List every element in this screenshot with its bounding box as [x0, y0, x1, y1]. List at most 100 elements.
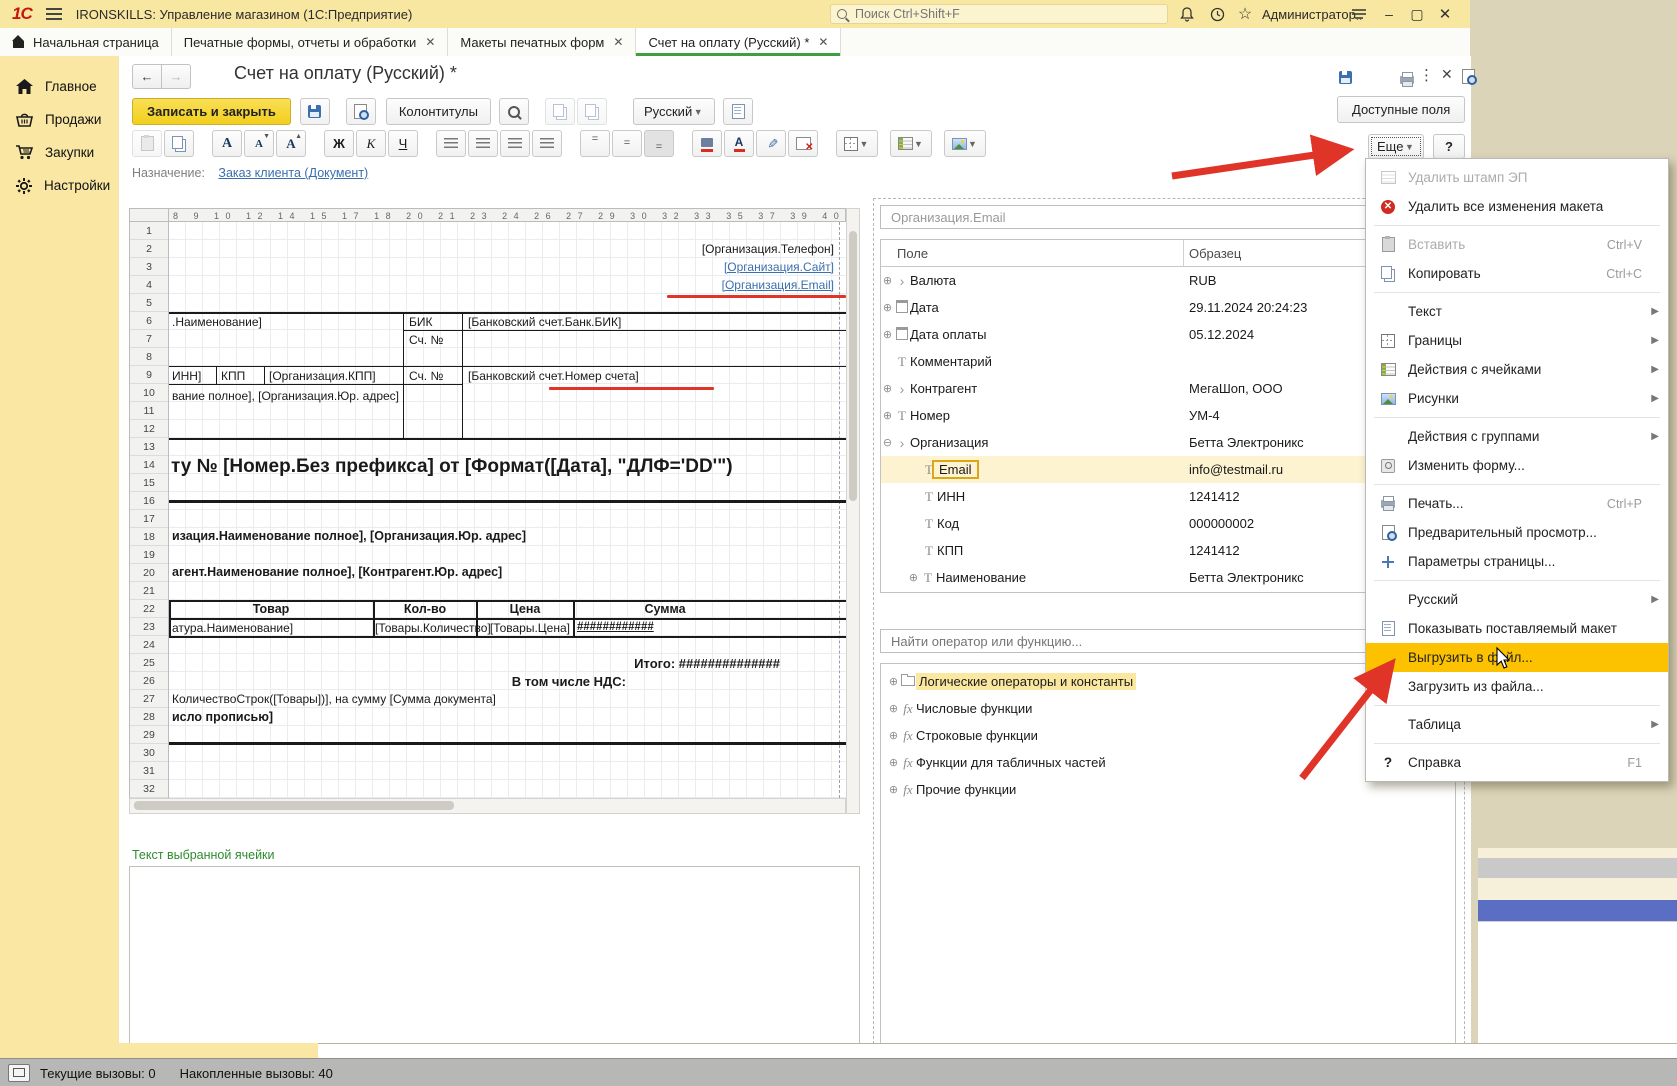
close-form-icon[interactable]: ✕	[1441, 66, 1453, 83]
cell-account-label[interactable]: Сч. №	[409, 333, 443, 347]
row-header[interactable]: 9	[130, 366, 168, 384]
sidebar-item-settings[interactable]: Настройки	[0, 169, 118, 202]
main-menu-icon[interactable]	[46, 13, 62, 15]
row-header[interactable]: 31	[130, 762, 168, 780]
tab-invoice-layout[interactable]: Счет на оплату (Русский) * ✕	[636, 28, 841, 56]
cell-count-line[interactable]: КоличествоСтрок([Товары])], на сумму [Су…	[172, 692, 496, 706]
row-header[interactable]: 3	[130, 258, 168, 276]
cell-total[interactable]: Итого: ##############	[634, 656, 780, 671]
menu-item-help[interactable]: ? Справка F1	[1366, 748, 1668, 777]
expand-plus-icon[interactable]: ⊕	[881, 301, 894, 314]
row-header[interactable]: 27	[130, 690, 168, 708]
expand-plus-icon[interactable]: ⊕	[907, 571, 920, 584]
align-right-button[interactable]	[500, 130, 530, 157]
fill-color-button[interactable]	[692, 130, 722, 157]
cell-item-sum[interactable]: ############	[577, 621, 654, 633]
row-header[interactable]: 15	[130, 474, 168, 492]
row-header[interactable]: 29	[130, 726, 168, 744]
sheet-corner[interactable]	[129, 208, 169, 222]
menu-item-text[interactable]: Текст ▶	[1366, 297, 1668, 326]
row-header[interactable]: 2	[130, 240, 168, 258]
align-justify-button[interactable]	[532, 130, 562, 157]
menu-item-cell-actions[interactable]: Действия с ячейками ▶	[1366, 355, 1668, 384]
cell-item-name[interactable]: атура.Наименование]	[172, 621, 293, 635]
expand-plus-icon[interactable]: ⊕	[887, 675, 900, 688]
expand-plus-icon[interactable]: ⊕	[881, 382, 894, 395]
row-header[interactable]: 24	[130, 636, 168, 654]
menu-item-group-actions[interactable]: Действия с группами ▶	[1366, 422, 1668, 451]
spreadsheet-editor[interactable]: 8 9 10 12 14 15 17 18 20 21 23 24 26 27 …	[129, 208, 860, 832]
cell-site[interactable]: [Организация.Сайт]	[724, 260, 834, 274]
cell-org-fullname[interactable]: вание полное], [Организация.Юр. адрес]	[172, 389, 399, 403]
paste-button[interactable]	[132, 130, 162, 157]
cell-email[interactable]: [Организация.Email]	[722, 278, 834, 292]
row-header[interactable]: 11	[130, 402, 168, 420]
cell-col-product[interactable]: Товар	[169, 602, 373, 616]
row-headers[interactable]: 1234567891011121314151617181920212223242…	[129, 222, 169, 798]
tab-home[interactable]: Начальная страница	[0, 28, 172, 56]
row-header[interactable]: 20	[130, 564, 168, 582]
headers-footers-button[interactable]: Колонтитулы	[386, 98, 491, 125]
font-color-button[interactable]: A	[724, 130, 754, 157]
sidebar-item-sales[interactable]: Продажи	[0, 103, 118, 136]
available-fields-button[interactable]: Доступные поля	[1337, 96, 1465, 123]
sheet-horizontal-scrollbar[interactable]	[129, 798, 846, 814]
print-preview-icon[interactable]	[1454, 64, 1482, 89]
column-divider[interactable]	[1183, 240, 1184, 266]
tab-print-forms[interactable]: Печатные формы, отчеты и обработки ✕	[172, 28, 449, 56]
border-color-button[interactable]: ✎	[756, 130, 786, 157]
current-user[interactable]: Администратор	[1262, 7, 1356, 22]
row-header[interactable]: 8	[130, 348, 168, 366]
cell-phone[interactable]: [Организация.Телефон]	[702, 242, 834, 256]
row-header[interactable]: 22	[130, 600, 168, 618]
sidebar-item-purchases[interactable]: Закупки	[0, 136, 118, 169]
copy-style-button[interactable]	[545, 98, 575, 125]
scrollbar-thumb[interactable]	[849, 231, 857, 501]
preview-button[interactable]	[346, 98, 376, 125]
row-header[interactable]: 6	[130, 312, 168, 330]
row-header[interactable]: 25	[130, 654, 168, 672]
font-smaller-button[interactable]: A▼	[244, 130, 274, 157]
close-tab-icon[interactable]: ✕	[425, 35, 435, 49]
row-header[interactable]: 1	[130, 222, 168, 240]
row-header[interactable]: 30	[130, 744, 168, 762]
sidebar-item-main[interactable]: Главное	[0, 70, 118, 103]
close-window-button[interactable]: ✕	[1434, 3, 1456, 25]
service-menu-icon[interactable]	[1348, 3, 1370, 25]
row-header[interactable]: 17	[130, 510, 168, 528]
language-dropdown[interactable]: Русский▼	[633, 98, 715, 125]
font-bigger-button[interactable]: A▲	[276, 130, 306, 157]
menu-item-copy[interactable]: Копировать Ctrl+C	[1366, 259, 1668, 288]
bold-button[interactable]: Ж	[324, 130, 354, 157]
menu-item-table[interactable]: Таблица ▶	[1366, 710, 1668, 739]
save-button[interactable]	[300, 98, 330, 125]
search-input[interactable]	[853, 6, 1137, 22]
row-header[interactable]: 5	[130, 294, 168, 312]
row-header[interactable]: 4	[130, 276, 168, 294]
row-header[interactable]: 10	[130, 384, 168, 402]
save-and-close-button[interactable]: Записать и закрыть	[132, 98, 291, 125]
minimize-button[interactable]: –	[1378, 3, 1400, 25]
expand-plus-icon[interactable]: ⊕	[881, 328, 894, 341]
more-dots-icon[interactable]: ⋮	[1419, 66, 1434, 84]
purpose-link[interactable]: Заказ клиента (Документ)	[218, 166, 368, 180]
copy-button[interactable]	[164, 130, 194, 157]
find-button[interactable]	[499, 98, 529, 125]
column-headers[interactable]: 8 9 10 12 14 15 17 18 20 21 23 24 26 27 …	[169, 208, 846, 222]
menu-item-export-to-file[interactable]: Выгрузить в файл...	[1366, 643, 1668, 672]
cell-bik-value[interactable]: [Банковский счет.Банк.БИК]	[468, 315, 621, 329]
close-tab-icon[interactable]: ✕	[818, 35, 828, 49]
menu-item-pictures[interactable]: Рисунки ▶	[1366, 384, 1668, 413]
menu-item-delete-stamp[interactable]: Удалить штамп ЭП	[1366, 163, 1668, 192]
menu-item-borders[interactable]: Границы ▶	[1366, 326, 1668, 355]
row-header[interactable]: 28	[130, 708, 168, 726]
menu-item-russian[interactable]: Русский ▶	[1366, 585, 1668, 614]
notifications-bell-icon[interactable]	[1176, 3, 1198, 25]
cell-inn[interactable]: ИНН]	[172, 369, 201, 383]
sheet-vertical-scrollbar[interactable]	[846, 208, 860, 814]
row-header[interactable]: 14	[130, 456, 168, 474]
borders-dropdown[interactable]: ▼	[836, 130, 878, 157]
cell-vat[interactable]: В том числе НДС:	[512, 674, 626, 689]
menu-item-preview[interactable]: Предварительный просмотр...	[1366, 518, 1668, 547]
row-header[interactable]: 13	[130, 438, 168, 456]
